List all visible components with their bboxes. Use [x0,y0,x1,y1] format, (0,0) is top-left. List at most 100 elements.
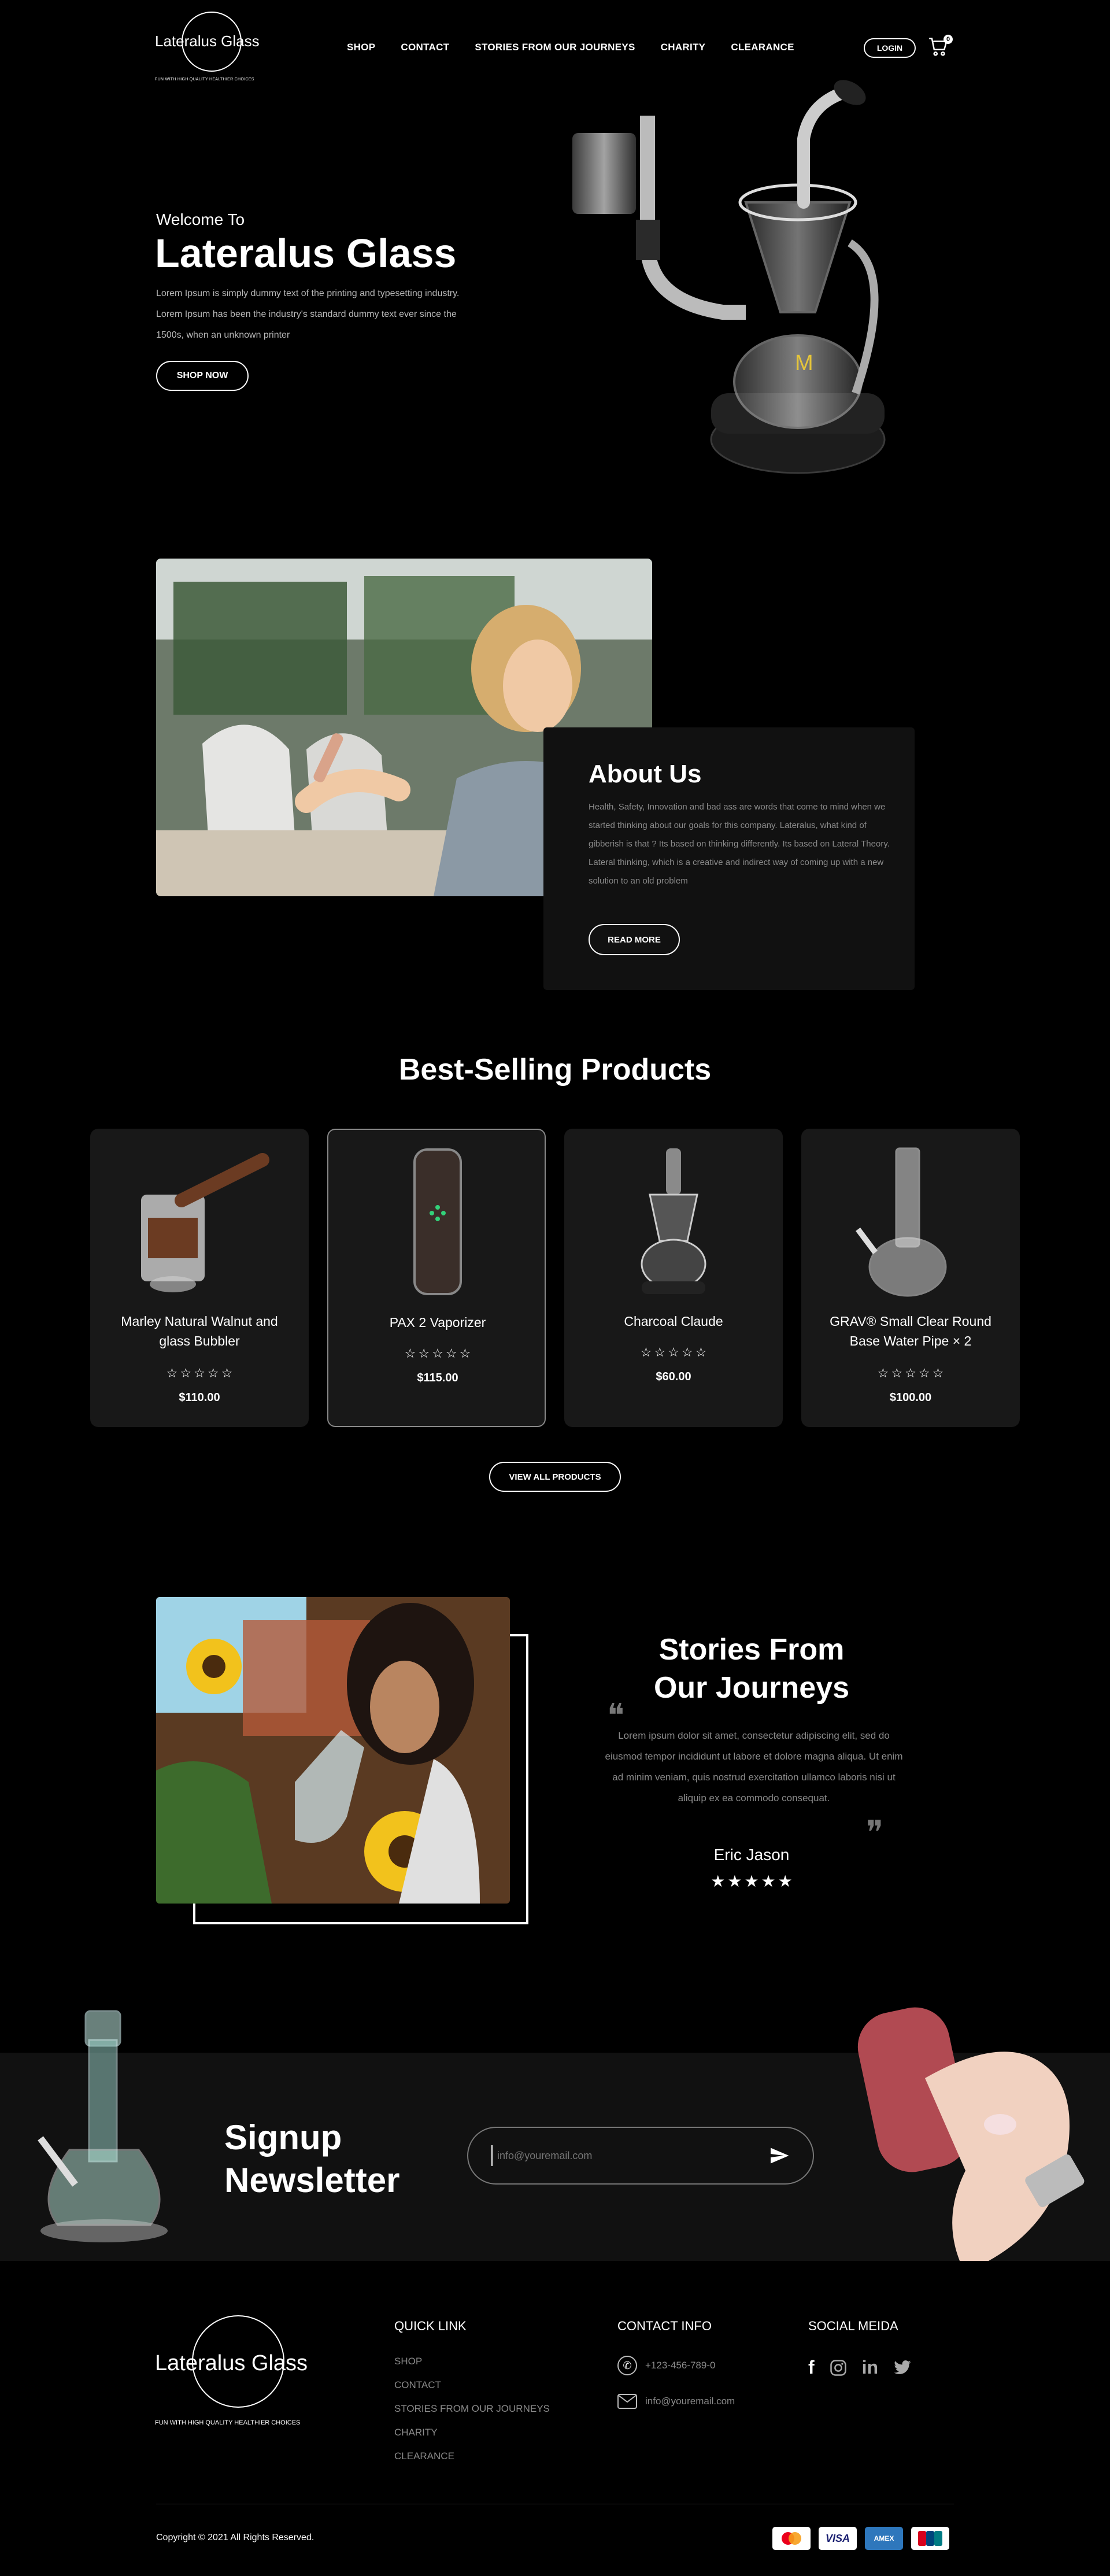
footer-quick-link-title: QUICK LINK [394,2319,467,2333]
hero-bong-image: M [572,80,886,474]
read-more-button[interactable]: READ MORE [589,924,680,955]
instagram-icon[interactable] [830,2359,847,2377]
star-empty-icon: ☆ [207,1366,219,1380]
hero-welcome: Welcome To [156,210,245,228]
twitter-icon[interactable] [893,2360,912,2376]
footer-contact-title: CONTACT INFO [617,2319,712,2333]
newsletter-submit-button[interactable] [769,2145,792,2168]
shop-now-button[interactable]: SHOP NOW [156,361,249,391]
product-name[interactable]: Marley Natural Walnut and glass Bubbler [104,1311,295,1351]
footer-phone[interactable]: ✆ +123-456-789-0 [617,2356,715,2375]
star-empty-icon: ☆ [166,1366,178,1380]
stories-title: Stories From Our Journeys [578,1631,925,1707]
nav-clearance[interactable]: CLEARANCE [731,42,794,53]
product-rating: ☆ ☆ ☆ ☆ ☆ [328,1347,547,1360]
product-name[interactable]: Charcoal Claude [578,1311,769,1331]
star-empty-icon: ☆ [180,1366,192,1380]
payment-methods: VISA AMEX [772,2527,949,2550]
product-price: $115.00 [417,1372,458,1384]
main-nav: SHOP CONTACT STORIES FROM OUR JOURNEYS C… [347,42,794,53]
svg-text:M: M [795,351,813,375]
star-empty-icon: ☆ [932,1366,944,1380]
product-card[interactable]: PAX 2 Vaporizer ☆ ☆ ☆ ☆ ☆ $115.00 [327,1129,546,1427]
footer-logo[interactable]: Lateralus Glass FUN WITH HIGH QUALITY HE… [155,2315,340,2431]
star-filled-icon: ★ [744,1872,759,1890]
email-address: info@youremail.com [645,2396,735,2407]
nav-shop[interactable]: SHOP [347,42,375,53]
footer-social-icons: f in [808,2357,912,2378]
footer-copyright: Copyright © 2021 All Rights Reserved. [156,2533,314,2542]
footer-quick-links: SHOP CONTACT STORIES FROM OUR JOURNEYS C… [394,2356,550,2462]
product-card[interactable]: Charcoal Claude ☆ ☆ ☆ ☆ ☆ $60.00 [564,1129,783,1427]
stories-quote: Lorem ipsum dolor sit amet, consectetur … [605,1730,903,1803]
product-rating: ☆ ☆ ☆ ☆ ☆ [564,1346,783,1359]
star-empty-icon: ☆ [695,1345,707,1359]
star-empty-icon: ☆ [221,1366,233,1380]
product-rating: ☆ ☆ ☆ ☆ ☆ [90,1367,309,1380]
amex-icon: AMEX [865,2527,903,2550]
newsletter-title-line1: Signup [224,2118,342,2157]
visa-icon: VISA [819,2527,857,2550]
mail-icon [617,2394,637,2409]
login-button[interactable]: LOGIN [864,38,916,58]
footer-logo-tagline: FUN WITH HIGH QUALITY HEALTHIER CHOICES [155,2419,301,2426]
nav-charity[interactable]: CHARITY [661,42,706,53]
stories-title-line2: Our Journeys [653,1671,850,1705]
hero-text: Lorem Ipsum is simply dummy text of the … [156,289,460,340]
product-image-charcoal-claude [641,1148,706,1294]
hero-title: Lateralus Glass [155,231,457,276]
stories-author: Eric Jason [713,1846,790,1864]
nav-contact[interactable]: CONTACT [401,42,449,53]
linkedin-icon[interactable]: in [862,2357,878,2378]
newsletter-bong-image [38,2010,168,2242]
stories-title-line1: Stories From [658,1633,845,1666]
cart-count-badge: 0 [944,35,953,44]
star-filled-icon: ★ [727,1872,742,1890]
logo-text: Lateralus Glass [155,32,260,50]
star-empty-icon: ☆ [459,1346,471,1361]
stories-rating: ★ ★ ★ ★ ★ [578,1873,925,1890]
star-filled-icon: ★ [778,1872,793,1890]
product-price: $60.00 [656,1370,691,1383]
products-title: Best-Selling Products [398,1053,712,1086]
newsletter-title: Signup Newsletter [224,2116,399,2202]
send-icon [771,2148,789,2164]
about-card: About Us Health, Safety, Innovation and … [543,727,915,990]
footer-link-shop[interactable]: SHOP [394,2356,550,2367]
star-empty-icon: ☆ [668,1345,679,1359]
cart-button[interactable]: 0 [927,35,953,59]
facebook-icon[interactable]: f [808,2357,815,2378]
mastercard-icon [772,2527,811,2550]
star-empty-icon: ☆ [877,1366,889,1380]
product-image-pax [413,1148,462,1295]
star-empty-icon: ☆ [404,1346,416,1361]
about-title: About Us [589,760,702,788]
logo[interactable]: Lateralus Glass FUN WITH HIGH QUALITY HE… [155,12,271,87]
star-empty-icon: ☆ [654,1345,666,1359]
footer-link-stories[interactable]: STORIES FROM OUR JOURNEYS [394,2403,550,2415]
unionpay-icon [911,2527,949,2550]
newsletter-email-input[interactable] [491,2145,746,2166]
product-rating: ☆ ☆ ☆ ☆ ☆ [801,1367,1020,1380]
star-empty-icon: ☆ [918,1366,930,1380]
product-name[interactable]: GRAV® Small Clear Round Base Water Pipe … [815,1311,1006,1351]
view-all-products-button[interactable]: VIEW ALL PRODUCTS [489,1462,621,1492]
product-card[interactable]: Marley Natural Walnut and glass Bubbler … [90,1129,309,1427]
product-card[interactable]: GRAV® Small Clear Round Base Water Pipe … [801,1129,1020,1427]
star-empty-icon: ☆ [445,1346,457,1361]
star-empty-icon: ☆ [681,1345,693,1359]
product-name[interactable]: PAX 2 Vaporizer [342,1313,533,1332]
stories-photo [156,1597,510,1904]
about-text: Health, Safety, Innovation and bad ass a… [589,802,890,886]
star-empty-icon: ☆ [418,1346,430,1361]
footer-social-title: SOCIAL MEIDA [808,2319,898,2333]
footer-link-clearance[interactable]: CLEARANCE [394,2451,550,2462]
footer-email[interactable]: info@youremail.com [617,2394,735,2409]
footer-link-charity[interactable]: CHARITY [394,2427,550,2438]
star-empty-icon: ☆ [194,1366,205,1380]
nav-stories[interactable]: STORIES FROM OUR JOURNEYS [475,42,635,53]
footer-link-contact[interactable]: CONTACT [394,2379,550,2391]
star-filled-icon: ★ [711,1872,726,1890]
newsletter-title-line2: Newsletter [224,2161,400,2200]
product-price: $110.00 [179,1391,220,1404]
